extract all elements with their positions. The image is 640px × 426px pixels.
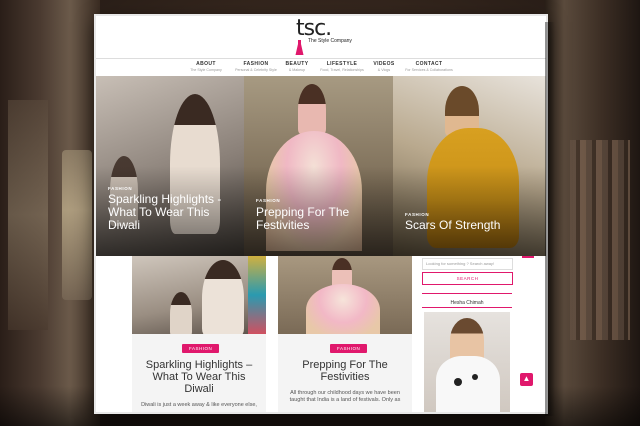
hero-category[interactable]: FASHION xyxy=(405,212,429,217)
post-card-title[interactable]: Prepping For The Festivities xyxy=(284,359,406,383)
nav-item-fashion[interactable]: FASHION Personal & Celebrity Style xyxy=(230,61,282,72)
model-image xyxy=(202,260,244,334)
author-photo xyxy=(424,312,510,412)
post-card-excerpt: Diwali is just a week away & like everyo… xyxy=(141,402,257,408)
hero-overlay xyxy=(393,166,546,256)
background-clothes-rack xyxy=(570,140,630,340)
hero-post-1[interactable]: FASHION Sparkling Highlights - What To W… xyxy=(96,76,244,256)
model-image xyxy=(298,84,326,134)
nav-sublabel: Food, Travel, Relationships xyxy=(320,68,364,72)
sidebar: Looking for something ? Search away! SEA… xyxy=(422,256,514,412)
shirt-dot-decoration xyxy=(472,374,478,380)
background-clothes-rack xyxy=(8,100,48,330)
site-header: tsc. The Style Company xyxy=(96,16,546,58)
main-nav: ABOUT The Style Company FASHION Personal… xyxy=(96,58,546,78)
nav-sublabel: For Services & Collaborations xyxy=(405,68,453,72)
post-card-title[interactable]: Sparkling Highlights – What To Wear This… xyxy=(138,359,260,395)
back-to-top-button[interactable]: ▲ xyxy=(520,373,533,386)
hero-title[interactable]: Scars Of Strength xyxy=(405,219,537,232)
website-frame: tsc. The Style Company ABOUT The Style C… xyxy=(96,16,546,412)
frame-shadow xyxy=(545,22,555,416)
nav-label: BEAUTY xyxy=(285,61,309,67)
nav-label: LIFESTYLE xyxy=(326,61,358,67)
search-input[interactable]: Looking for something ? Search away! xyxy=(422,258,513,270)
clothes-rack-image xyxy=(248,256,266,334)
hero-title[interactable]: Sparkling Highlights - What To Wear This… xyxy=(108,193,240,232)
nav-item-about[interactable]: ABOUT The Style Company xyxy=(188,61,224,72)
nav-label: FASHION xyxy=(243,61,269,67)
background-clothes-rack xyxy=(62,150,92,300)
nav-sublabel: Personal & Celebrity Style xyxy=(235,68,277,72)
author-shirt-image xyxy=(436,356,500,412)
lehenga-image xyxy=(306,284,380,334)
divider xyxy=(422,293,512,294)
nav-label: CONTACT xyxy=(415,61,443,67)
post-card-image[interactable] xyxy=(278,256,412,334)
hero-post-2[interactable]: FASHION Prepping For The Festivities xyxy=(244,76,393,256)
category-badge[interactable]: FASHION xyxy=(182,344,220,353)
shirt-dot-decoration xyxy=(454,378,462,386)
post-card-excerpt: All through our childhood days we have b… xyxy=(289,390,401,403)
hero-post-3[interactable]: FASHION Scars Of Strength xyxy=(393,76,546,256)
category-badge[interactable]: FASHION xyxy=(330,344,368,353)
nav-label: ABOUT xyxy=(196,61,216,67)
background-left xyxy=(0,0,100,426)
main-content: FASHION Sparkling Highlights – What To W… xyxy=(96,256,546,412)
logo-dress-icon xyxy=(295,40,304,55)
divider xyxy=(422,307,512,308)
nav-item-lifestyle[interactable]: LIFESTYLE Food, Travel, Relationships xyxy=(315,61,369,72)
nav-item-beauty[interactable]: BEAUTY & Makeup xyxy=(282,61,312,72)
hero-category[interactable]: FASHION xyxy=(256,198,280,203)
hero-category[interactable]: FASHION xyxy=(108,186,132,191)
post-card-2[interactable]: FASHION Prepping For The Festivities All… xyxy=(278,256,412,412)
logo-tagline: The Style Company xyxy=(308,38,352,44)
hero-slider: FASHION Sparkling Highlights - What To W… xyxy=(96,76,546,256)
nav-item-contact[interactable]: CONTACT For Services & Collaborations xyxy=(402,61,456,72)
background-right xyxy=(545,0,640,426)
post-card-image[interactable] xyxy=(132,256,266,334)
model-reflection-image xyxy=(170,292,192,334)
nav-sublabel: The Style Company xyxy=(190,68,222,72)
nav-item-videos[interactable]: VIDEOS & Vlogs xyxy=(370,61,398,72)
nav-label: VIDEOS xyxy=(373,61,395,67)
hero-title[interactable]: Prepping For The Festivities xyxy=(256,206,388,232)
accent-bar xyxy=(522,256,534,258)
author-name: Hesha Chimah xyxy=(450,300,484,306)
post-card-1[interactable]: FASHION Sparkling Highlights – What To W… xyxy=(132,256,266,412)
nav-sublabel: & Makeup xyxy=(288,68,306,72)
search-button[interactable]: SEARCH xyxy=(422,272,513,285)
nav-sublabel: & Vlogs xyxy=(377,68,391,72)
